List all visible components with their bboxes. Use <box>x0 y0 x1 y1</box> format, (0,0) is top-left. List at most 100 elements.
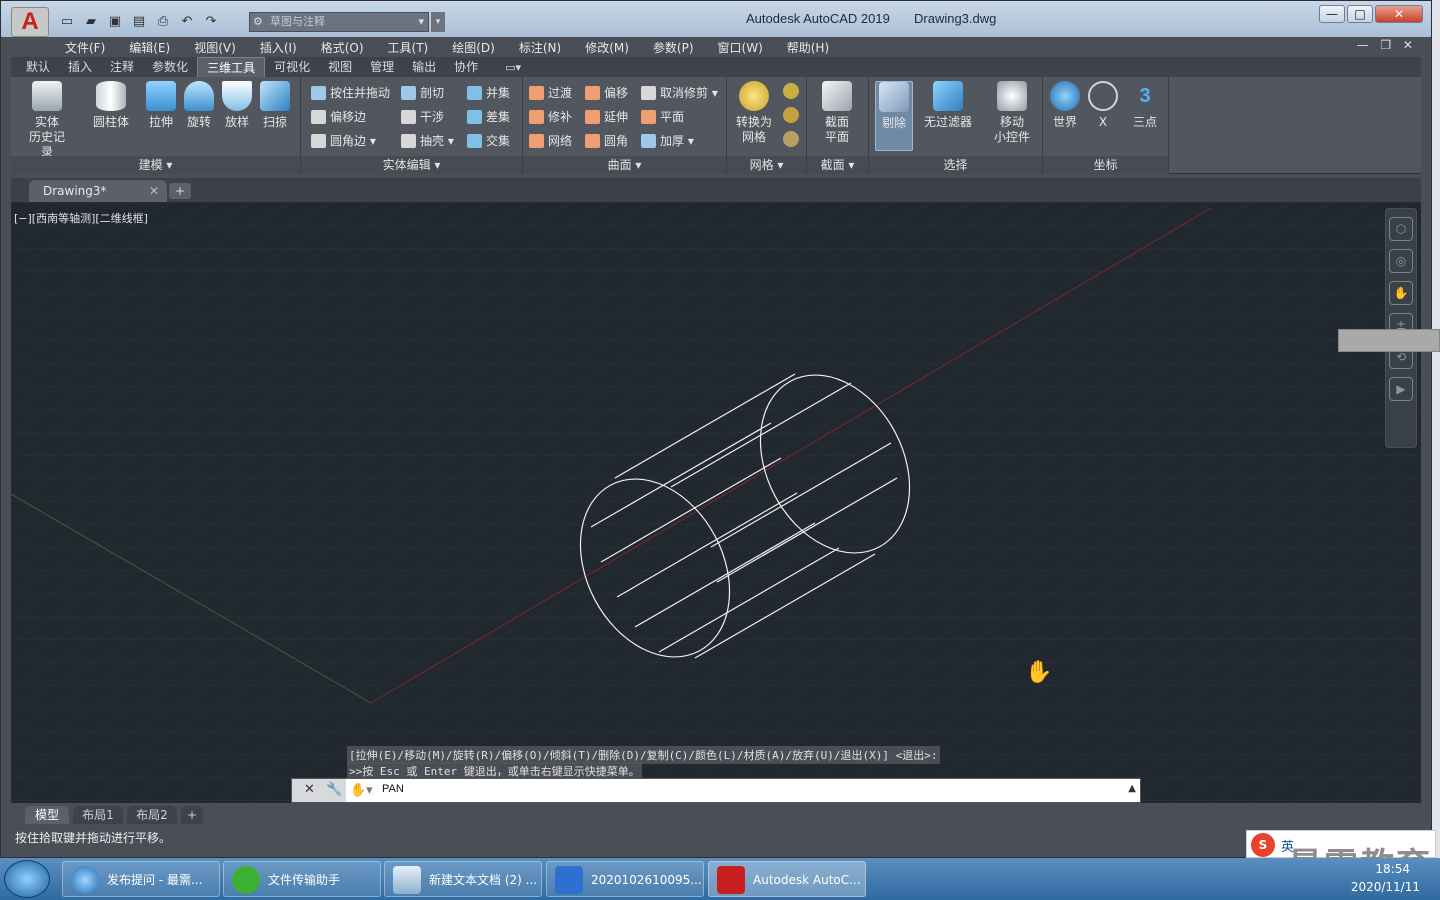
subtract-button[interactable]: 差集 <box>467 107 510 127</box>
tab-manage[interactable]: 管理 <box>361 57 403 77</box>
steeringwheel-icon[interactable]: ⬡ <box>1389 217 1413 241</box>
minimize-button[interactable]: — <box>1319 5 1345 23</box>
menu-file[interactable]: 文件(F) <box>65 39 105 56</box>
ribbon-toggle-icon[interactable]: ▭▾ <box>487 61 521 74</box>
patch-button[interactable]: 修补 <box>529 107 572 127</box>
menu-format[interactable]: 格式(O) <box>321 39 364 56</box>
slice-button[interactable]: 剖切 <box>401 83 444 103</box>
redo-icon[interactable]: ↷ <box>201 13 221 31</box>
command-history-toggle-icon[interactable]: ▲ <box>1128 783 1136 794</box>
ucs-3point-button[interactable]: 3 三点 <box>1125 81 1165 130</box>
extrude-button[interactable]: 拉伸 <box>141 81 181 130</box>
viewport-controls-label[interactable]: [−][西南等轴测][二维线框] <box>14 210 148 226</box>
full-navigation-icon[interactable]: ◎ <box>1389 249 1413 273</box>
taskbar-item-ie[interactable]: 发布提问 - 最需... <box>62 861 220 897</box>
showmotion-icon[interactable]: ▶ <box>1389 377 1413 401</box>
menu-insert[interactable]: 插入(I) <box>260 39 297 56</box>
command-line[interactable]: ✕ 🔧 ✋▾ PAN ▲ <box>291 778 1141 803</box>
open-file-icon[interactable]: ▰ <box>81 13 101 31</box>
panel-mesh-title[interactable]: 网格 ▾ <box>727 156 806 174</box>
customize-qat-button[interactable]: ▾ <box>431 12 445 32</box>
close-icon[interactable]: ✕ <box>149 180 159 202</box>
menu-draw[interactable]: 绘图(D) <box>452 39 495 56</box>
taskbar-item-notepad[interactable]: 新建文本文档 (2) ... <box>384 861 542 897</box>
tray-date[interactable]: 2020/11/11 <box>1351 880 1420 894</box>
mesh-refine-icon[interactable] <box>783 107 799 123</box>
loft-button[interactable]: 放样 <box>217 81 257 130</box>
untrim-button[interactable]: 取消修剪 ▾ <box>641 83 718 103</box>
panel-section-title[interactable]: 截面 ▾ <box>807 156 868 174</box>
offset-edge-button[interactable]: 偏移边 <box>311 107 366 127</box>
close-button[interactable]: ✕ <box>1375 5 1423 23</box>
menu-tools[interactable]: 工具(T) <box>388 39 429 56</box>
save-icon[interactable]: ▣ <box>105 13 125 31</box>
floating-toolbar[interactable] <box>1338 329 1440 352</box>
tab-3d-tools[interactable]: 三维工具 <box>197 57 266 77</box>
undo-icon[interactable]: ↶ <box>177 13 197 31</box>
start-button[interactable] <box>4 860 50 898</box>
mesh-smooth-icon[interactable] <box>783 83 799 99</box>
tab-model[interactable]: 模型 <box>25 806 69 824</box>
new-file-icon[interactable]: ▭ <box>57 13 77 31</box>
intersect-button[interactable]: 交集 <box>467 131 510 151</box>
document-window-controls[interactable]: — ❐ ✕ <box>1357 38 1417 52</box>
taskbar-item-document[interactable]: 2020102610095... <box>546 861 704 897</box>
section-plane-button[interactable]: 截面 平面 <box>817 81 857 145</box>
customize-wrench-icon[interactable]: 🔧 <box>326 782 342 797</box>
new-tab-button[interactable]: + <box>169 183 191 199</box>
tab-output[interactable]: 输出 <box>403 57 445 77</box>
mesh-crease-icon[interactable] <box>783 131 799 147</box>
taskbar-item-wechat[interactable]: 文件传输助手 <box>223 861 381 897</box>
convert-to-mesh-button[interactable]: 转换为 网格 <box>731 81 777 145</box>
presspull-button[interactable]: 按住并拖动 <box>311 83 390 103</box>
doc-tab-drawing3[interactable]: Drawing3* ✕ <box>29 180 167 202</box>
cylinder-button[interactable]: 圆柱体 <box>91 81 131 130</box>
move-gizmo-button[interactable]: 移动 小控件 <box>989 81 1035 145</box>
menu-edit[interactable]: 编辑(E) <box>129 39 170 56</box>
network-button[interactable]: 网络 <box>529 131 572 151</box>
ucs-x-button[interactable]: X <box>1083 81 1123 130</box>
planar-button[interactable]: 平面 <box>641 107 684 127</box>
tab-annotate[interactable]: 注释 <box>101 57 143 77</box>
tab-layout2[interactable]: 布局2 <box>127 806 177 824</box>
menu-modify[interactable]: 修改(M) <box>585 39 629 56</box>
maximize-button[interactable]: □ <box>1347 5 1373 23</box>
pan-icon[interactable]: ✋ <box>1389 281 1413 305</box>
add-layout-button[interactable]: + <box>181 806 203 824</box>
tab-insert[interactable]: 插入 <box>59 57 101 77</box>
tab-default[interactable]: 默认 <box>17 57 59 77</box>
interfere-button[interactable]: 干涉 <box>401 107 444 127</box>
taskbar-item-autocad[interactable]: Autodesk AutoC... <box>708 861 866 897</box>
menu-view[interactable]: 视图(V) <box>194 39 236 56</box>
application-menu-button[interactable]: A <box>11 7 49 37</box>
surface-offset-button[interactable]: 偏移 <box>585 83 628 103</box>
panel-modeling-title[interactable]: 建模 ▾ <box>11 156 300 174</box>
tab-collaborate[interactable]: 协作 <box>445 57 487 77</box>
revolve-button[interactable]: 旋转 <box>179 81 219 130</box>
close-command-line-icon[interactable]: ✕ <box>304 782 315 797</box>
thicken-button[interactable]: 加厚 ▾ <box>641 131 694 151</box>
drawing-viewport[interactable]: [−][西南等轴测][二维线框] ⬡ ◎ ✋ ± ⟲ ▶ [拉伸(E)/移动(M… <box>11 202 1421 803</box>
outer-scrollbar[interactable] <box>1432 0 1440 858</box>
workspace-select[interactable]: ⚙ 草图与注释 ▾ <box>249 12 429 32</box>
tab-visualize[interactable]: 可视化 <box>265 57 319 77</box>
save-as-icon[interactable]: ▤ <box>129 13 149 31</box>
print-icon[interactable]: ⎙ <box>153 13 173 31</box>
sweep-button[interactable]: 扫掠 <box>255 81 295 130</box>
menu-window[interactable]: 窗口(W) <box>718 39 763 56</box>
fillet-edge-button[interactable]: 圆角边 ▾ <box>311 131 376 151</box>
panel-solid-edit-title[interactable]: 实体编辑 ▾ <box>301 156 522 174</box>
ucs-world-button[interactable]: 世界 <box>1045 81 1085 130</box>
no-filter-button[interactable]: 无过滤器 <box>921 81 975 130</box>
tab-layout1[interactable]: 布局1 <box>73 806 123 824</box>
extend-button[interactable]: 延伸 <box>585 107 628 127</box>
menu-parametric[interactable]: 参数(P) <box>653 39 694 56</box>
union-button[interactable]: 并集 <box>467 83 510 103</box>
menu-help[interactable]: 帮助(H) <box>787 39 829 56</box>
surface-fillet-button[interactable]: 圆角 <box>585 131 628 151</box>
blend-button[interactable]: 过渡 <box>529 83 572 103</box>
culling-button[interactable]: 剔除 <box>875 81 913 151</box>
shell-button[interactable]: 抽壳 ▾ <box>401 131 454 151</box>
panel-surface-title[interactable]: 曲面 ▾ <box>523 156 726 174</box>
tab-view[interactable]: 视图 <box>319 57 361 77</box>
